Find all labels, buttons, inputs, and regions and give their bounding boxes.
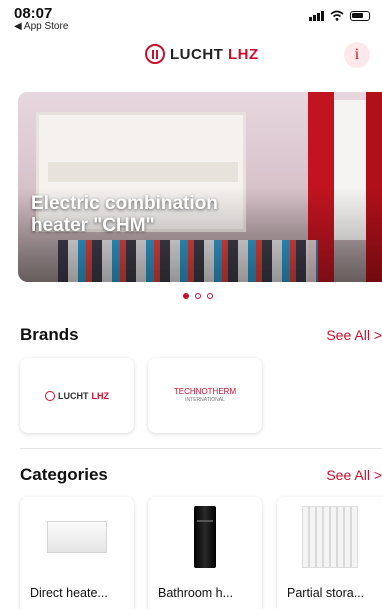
category-label: Partial stora... [287,586,365,600]
carousel-dot-3[interactable] [207,293,213,299]
status-time: 08:07 [14,5,53,22]
brands-see-all-link[interactable]: See All > [326,327,382,343]
storage-heater-image [301,506,358,568]
status-bar: 08:07 ◀ App Store [0,0,382,36]
category-card-bathroom-heaters[interactable]: Bathroom h... [148,497,262,609]
featured-banner[interactable]: Electric combination heater "CHM" [18,92,382,282]
carousel-page-indicator[interactable] [183,293,213,299]
carousel-dot-1[interactable] [183,293,189,299]
category-card-direct-heaters[interactable]: Direct heate... [20,497,134,609]
section-divider [20,448,382,449]
brands-section-title: Brands [20,325,79,344]
signal-icon [309,10,324,21]
lucht-logo-icon [145,44,165,64]
towel-heater-image [194,506,216,568]
category-card-partial-storage[interactable]: Partial stora... [277,497,382,609]
carousel-dot-2[interactable] [195,293,201,299]
lucht-logo-icon [45,390,55,401]
categories-see-all-link[interactable]: See All > [326,467,382,483]
categories-section-title: Categories [20,465,108,484]
info-button[interactable]: i [344,42,370,68]
technotherm-brand-logo: TECHNOTHERM INTERNATIONAL [173,386,237,403]
status-icons [309,10,370,21]
brand-logo: LUCHT LHZ [145,44,259,64]
battery-icon [350,10,370,21]
logo-text-main: LUCHT [170,45,224,63]
brand-card-technotherm[interactable]: TECHNOTHERM INTERNATIONAL [148,358,262,433]
lucht-brand-logo: LUCHT LHZ [45,390,109,401]
wifi-icon [330,10,344,21]
banner-caption: Electric combination heater "CHM" [31,193,218,236]
category-label: Bathroom h... [158,586,234,600]
logo-text-accent: LHZ [228,45,259,63]
category-label: Direct heate... [30,586,108,600]
panel-heater-image [47,521,107,553]
back-to-app-store-link[interactable]: ◀ App Store [14,21,68,32]
app-header: LUCHT LHZ i [0,40,382,72]
brand-card-lucht[interactable]: LUCHT LHZ [20,358,134,433]
